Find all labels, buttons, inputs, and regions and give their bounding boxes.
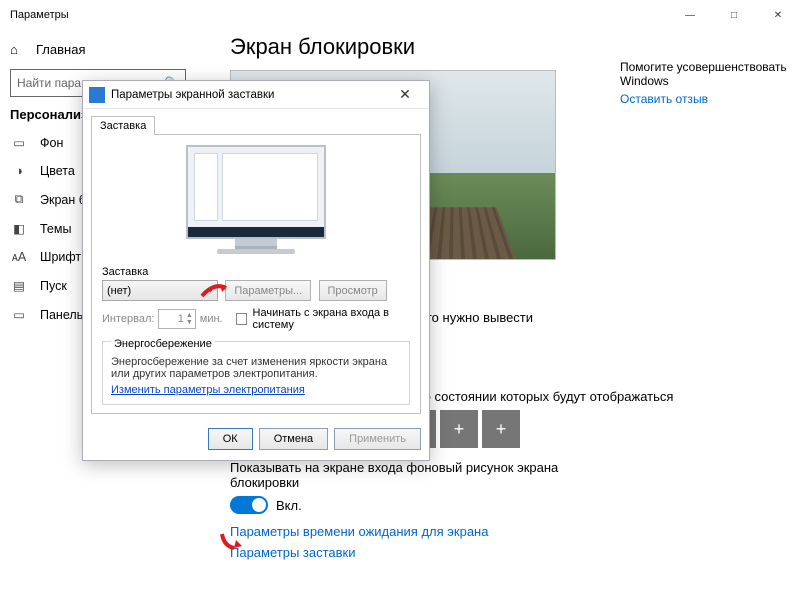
home-label: Главная [36,42,85,57]
feedback-link[interactable]: Оставить отзыв [620,92,790,106]
page-title: Экран блокировки [230,34,790,60]
home-nav[interactable]: ⌂ Главная [10,36,190,63]
tab-screensaver[interactable]: Заставка [91,116,155,135]
resume-login-label: Начинать с экрана входа в систему [253,307,410,331]
show-bg-label: Показывать на экране входа фоновый рисун… [230,460,570,490]
help-text: Помогите усовершенствовать Windows [620,60,790,88]
show-bg-toggle[interactable]: Вкл. [230,496,790,514]
app-tile-add[interactable]: + [482,410,520,448]
ok-button[interactable]: ОК [208,428,253,450]
lockscreen-icon: ⧉ [10,192,28,207]
screensaver-label: Заставка [102,266,410,278]
groupbox-text: Энергосбережение за счет изменения яркос… [111,356,401,380]
dialog-close-button[interactable]: ✕ [385,86,425,103]
home-icon: ⌂ [10,42,26,57]
power-settings-link[interactable]: Изменить параметры электропитания [111,384,305,396]
screensaver-dialog: Параметры экранной заставки ✕ Заставка З… [82,80,430,461]
link-screen-timeout[interactable]: Параметры времени ожидания для экрана [230,524,790,539]
resume-login-checkbox[interactable] [236,313,247,325]
groupbox-title: Энергосбережение [111,338,215,350]
start-icon: ▤ [10,278,28,293]
settings-titlebar: Параметры — □ ✕ [0,0,800,30]
red-annotation-arrow [218,532,248,550]
combo-value: (нет) [107,285,131,297]
palette-icon: ◑ [10,164,28,178]
dialog-app-icon [89,87,105,103]
interval-unit: мин. [200,313,223,325]
cancel-button[interactable]: Отмена [259,428,328,450]
themes-icon: ◧ [10,221,28,236]
power-groupbox: Энергосбережение Энергосбережение за сче… [102,341,410,405]
tab-panel: Заставка (нет) ▾ Параметры... Просмотр И… [91,134,421,414]
dialog-titlebar[interactable]: Параметры экранной заставки ✕ [83,81,429,109]
choose-apps-text: ого нужно вывести [420,310,760,325]
fonts-icon: ᴀA [10,250,28,264]
dialog-title: Параметры экранной заставки [111,89,385,101]
sidebar-item-label: Темы [40,222,71,236]
screensaver-preview-button[interactable]: Просмотр [319,280,387,301]
monitor-preview [186,145,326,254]
red-annotation-arrow [200,282,230,300]
minimize-button[interactable]: — [668,0,712,30]
toggle-state: Вкл. [276,498,302,513]
sidebar-item-label: Фон [40,136,63,150]
interval-label: Интервал: [102,313,154,325]
image-icon: ▭ [10,135,28,150]
screensaver-settings-button[interactable]: Параметры... [225,280,311,301]
app-tile-add[interactable]: + [440,410,478,448]
apply-button[interactable]: Применить [334,428,421,450]
close-button[interactable]: ✕ [756,0,800,30]
spinner-arrows-icon: ▲▼ [186,312,193,326]
link-screensaver-settings[interactable]: Параметры заставки [230,545,790,560]
sidebar-item-label: Пуск [40,279,67,293]
window-title: Параметры [10,9,668,21]
sidebar-item-label: Цвета [40,164,75,178]
right-column: Помогите усовершенствовать Windows Остав… [620,60,790,106]
maximize-button[interactable]: □ [712,0,756,30]
interval-spinner[interactable]: 1 ▲▼ [158,309,195,329]
taskbar-icon: ▭ [10,307,28,322]
